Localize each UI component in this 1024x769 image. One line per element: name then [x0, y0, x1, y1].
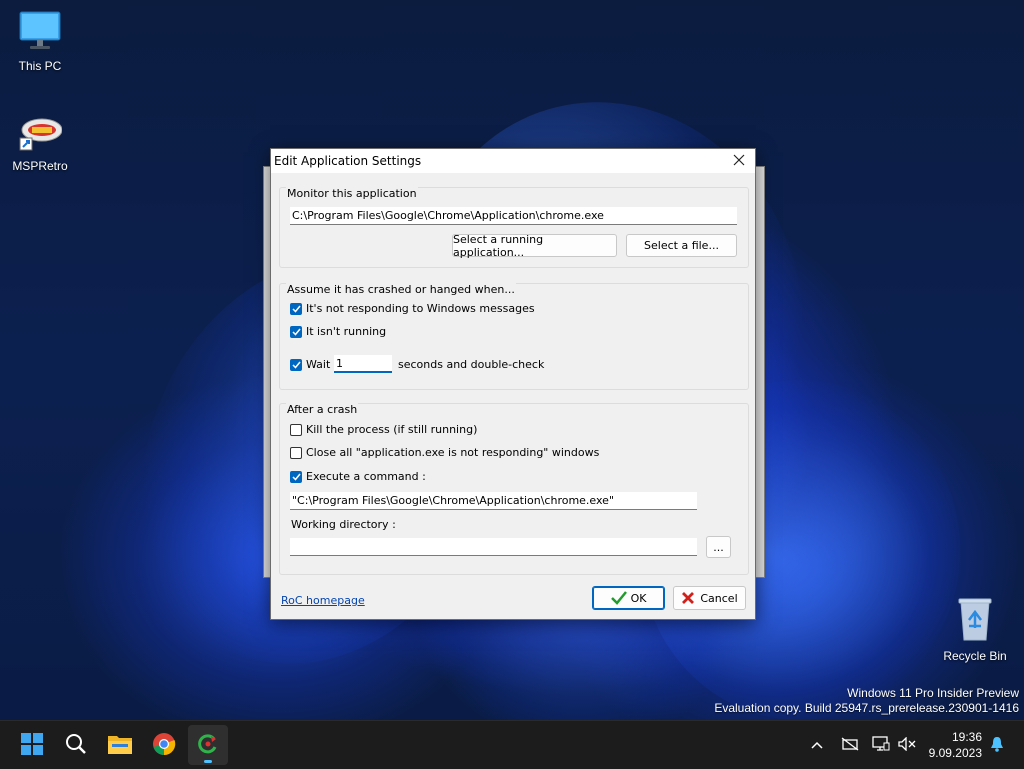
network-icon — [841, 736, 859, 754]
display-icon — [872, 735, 890, 755]
clock-time: 19:36 — [951, 730, 982, 744]
search-icon — [65, 733, 87, 758]
dialog-titlebar[interactable]: Edit Application Settings — [271, 149, 755, 173]
checkbox-label: It's not responding to Windows messages — [306, 302, 535, 315]
edit-application-settings-dialog: Edit Application Settings Monitor this a… — [270, 148, 756, 620]
checkbox-checked-icon — [290, 470, 302, 483]
checkbox-checked-icon — [290, 302, 302, 315]
restart-on-crash-button[interactable] — [188, 725, 228, 765]
start-button[interactable] — [12, 725, 52, 765]
execute-command-checkbox[interactable]: Execute a command : — [290, 470, 426, 483]
desktop-icon-label: MSPRetro — [12, 159, 68, 173]
network-button[interactable] — [838, 721, 862, 769]
display-button[interactable] — [870, 721, 892, 769]
checkbox-unchecked-icon — [290, 423, 302, 436]
not-responding-checkbox[interactable]: It's not responding to Windows messages — [290, 302, 535, 315]
file-explorer-icon — [108, 734, 132, 757]
checkbox-label: Close all "application.exe is not respon… — [306, 446, 600, 459]
desktop-icon-mspretro[interactable]: MSPRetro — [0, 116, 80, 173]
kill-process-checkbox[interactable]: Kill the process (if still running) — [290, 423, 477, 436]
active-indicator — [204, 760, 212, 763]
checkmark-icon — [610, 591, 627, 605]
bell-icon — [990, 736, 1004, 755]
checkbox-unchecked-icon — [290, 446, 302, 459]
checkbox-label: Wait — [306, 358, 331, 371]
wait-suffix-label: seconds and double-check — [398, 358, 545, 371]
checkbox-label: It isn't running — [306, 325, 387, 338]
close-icon — [733, 154, 745, 169]
watermark-line: Windows 11 Pro Insider Preview — [847, 686, 1019, 700]
restart-on-crash-icon — [197, 733, 219, 758]
recycle-bin-icon — [935, 596, 1015, 645]
chrome-icon — [152, 732, 176, 759]
taskbar-clock[interactable]: 19:36 9.09.2023 — [929, 729, 982, 761]
command-input[interactable]: "C:\Program Files\Google\Chrome\Applicat… — [290, 492, 697, 510]
working-directory-input[interactable] — [290, 538, 697, 556]
checkbox-checked-icon — [290, 358, 302, 371]
working-directory-label: Working directory : — [291, 518, 396, 531]
monitor-icon — [0, 10, 80, 55]
desktop-icon-label: This PC — [18, 59, 62, 73]
select-file-button[interactable]: Select a file... — [626, 234, 737, 257]
watermark-line: Evaluation copy. Build 25947.rs_prerelea… — [714, 701, 1019, 715]
clock-date: 9.09.2023 — [928, 746, 982, 760]
chevron-up-icon — [811, 739, 823, 752]
chrome-button[interactable] — [144, 725, 184, 765]
ok-button-label: OK — [630, 591, 647, 605]
select-running-application-button[interactable]: Select a running application... — [452, 233, 617, 259]
red-x-icon — [681, 591, 695, 605]
notifications-button[interactable] — [986, 721, 1008, 769]
volume-button[interactable] — [896, 721, 918, 769]
group-label: After a crash — [286, 403, 359, 416]
browse-directory-button[interactable]: ... — [706, 536, 731, 558]
close-button[interactable] — [723, 149, 755, 173]
taskbar: 19:36 9.09.2023 — [0, 720, 1024, 769]
desktop-icon-this-pc[interactable]: This PC — [0, 10, 80, 73]
desktop-icon-recycle-bin[interactable]: Recycle Bin — [935, 596, 1015, 663]
ok-button[interactable]: OK — [592, 586, 665, 610]
checkbox-label: Kill the process (if still running) — [306, 423, 478, 436]
cancel-button[interactable]: Cancel — [673, 586, 746, 610]
search-button[interactable] — [56, 725, 96, 765]
desktop-icon-label: Recycle Bin — [943, 649, 1007, 663]
wait-checkbox[interactable]: Wait — [290, 358, 330, 371]
not-running-checkbox[interactable]: It isn't running — [290, 325, 386, 338]
close-not-responding-checkbox[interactable]: Close all "application.exe is not respon… — [290, 446, 599, 459]
dialog-title: Edit Application Settings — [274, 154, 422, 168]
file-explorer-button[interactable] — [100, 725, 140, 765]
application-path-input[interactable]: C:\Program Files\Google\Chrome\Applicati… — [290, 207, 737, 225]
windows-watermark: Windows 11 Pro Insider Preview Evaluatio… — [714, 686, 1019, 716]
wait-seconds-input[interactable]: 1 — [334, 355, 392, 373]
roc-homepage-link[interactable]: RoC homepage — [281, 594, 365, 607]
group-label: Monitor this application — [286, 187, 418, 200]
cancel-button-label: Cancel — [700, 591, 738, 605]
msp-retro-shortcut-icon — [0, 116, 80, 155]
start-icon — [21, 732, 43, 758]
show-hidden-icons-button[interactable] — [806, 721, 828, 769]
group-label: Assume it has crashed or hanged when... — [286, 283, 516, 296]
speaker-muted-icon — [898, 735, 916, 754]
checkbox-checked-icon — [290, 325, 302, 338]
checkbox-label: Execute a command : — [306, 470, 426, 483]
